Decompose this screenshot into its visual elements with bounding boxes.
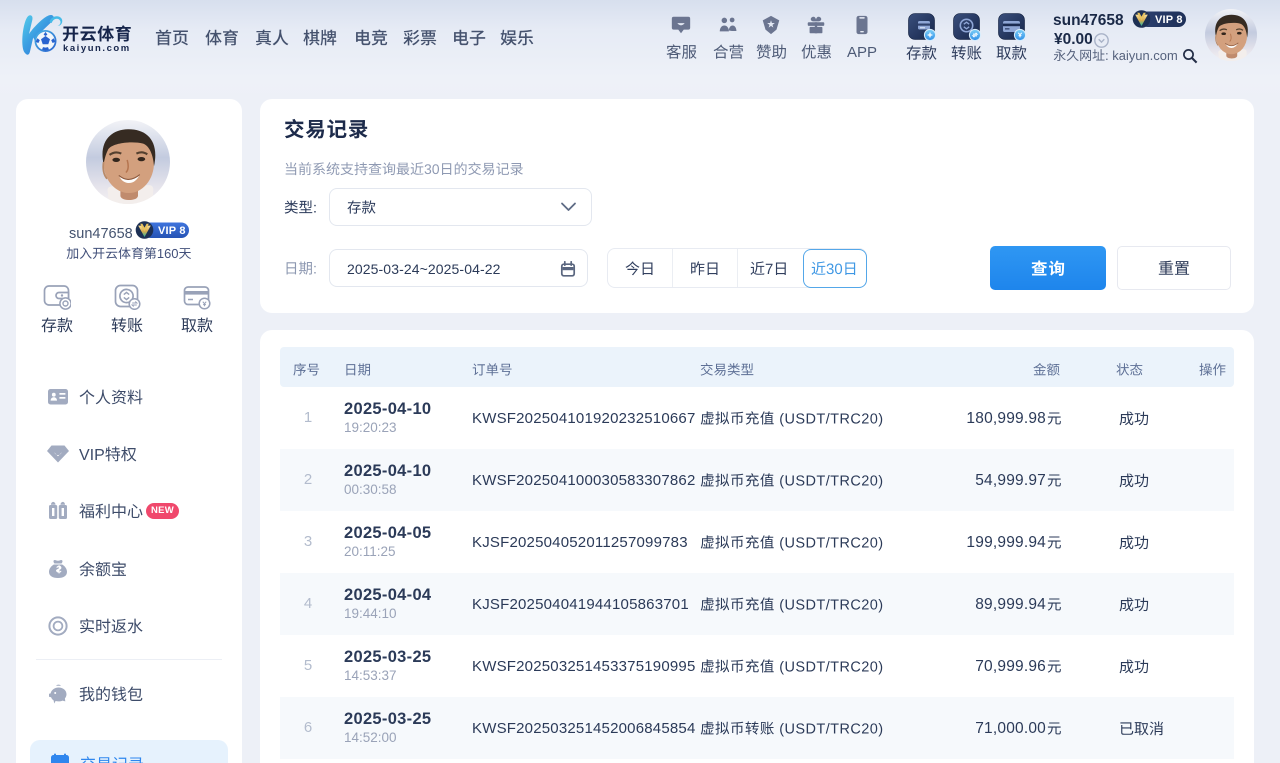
svg-text:VIP 8: VIP 8 <box>158 225 186 237</box>
svg-text:VIP 8: VIP 8 <box>1155 14 1183 26</box>
